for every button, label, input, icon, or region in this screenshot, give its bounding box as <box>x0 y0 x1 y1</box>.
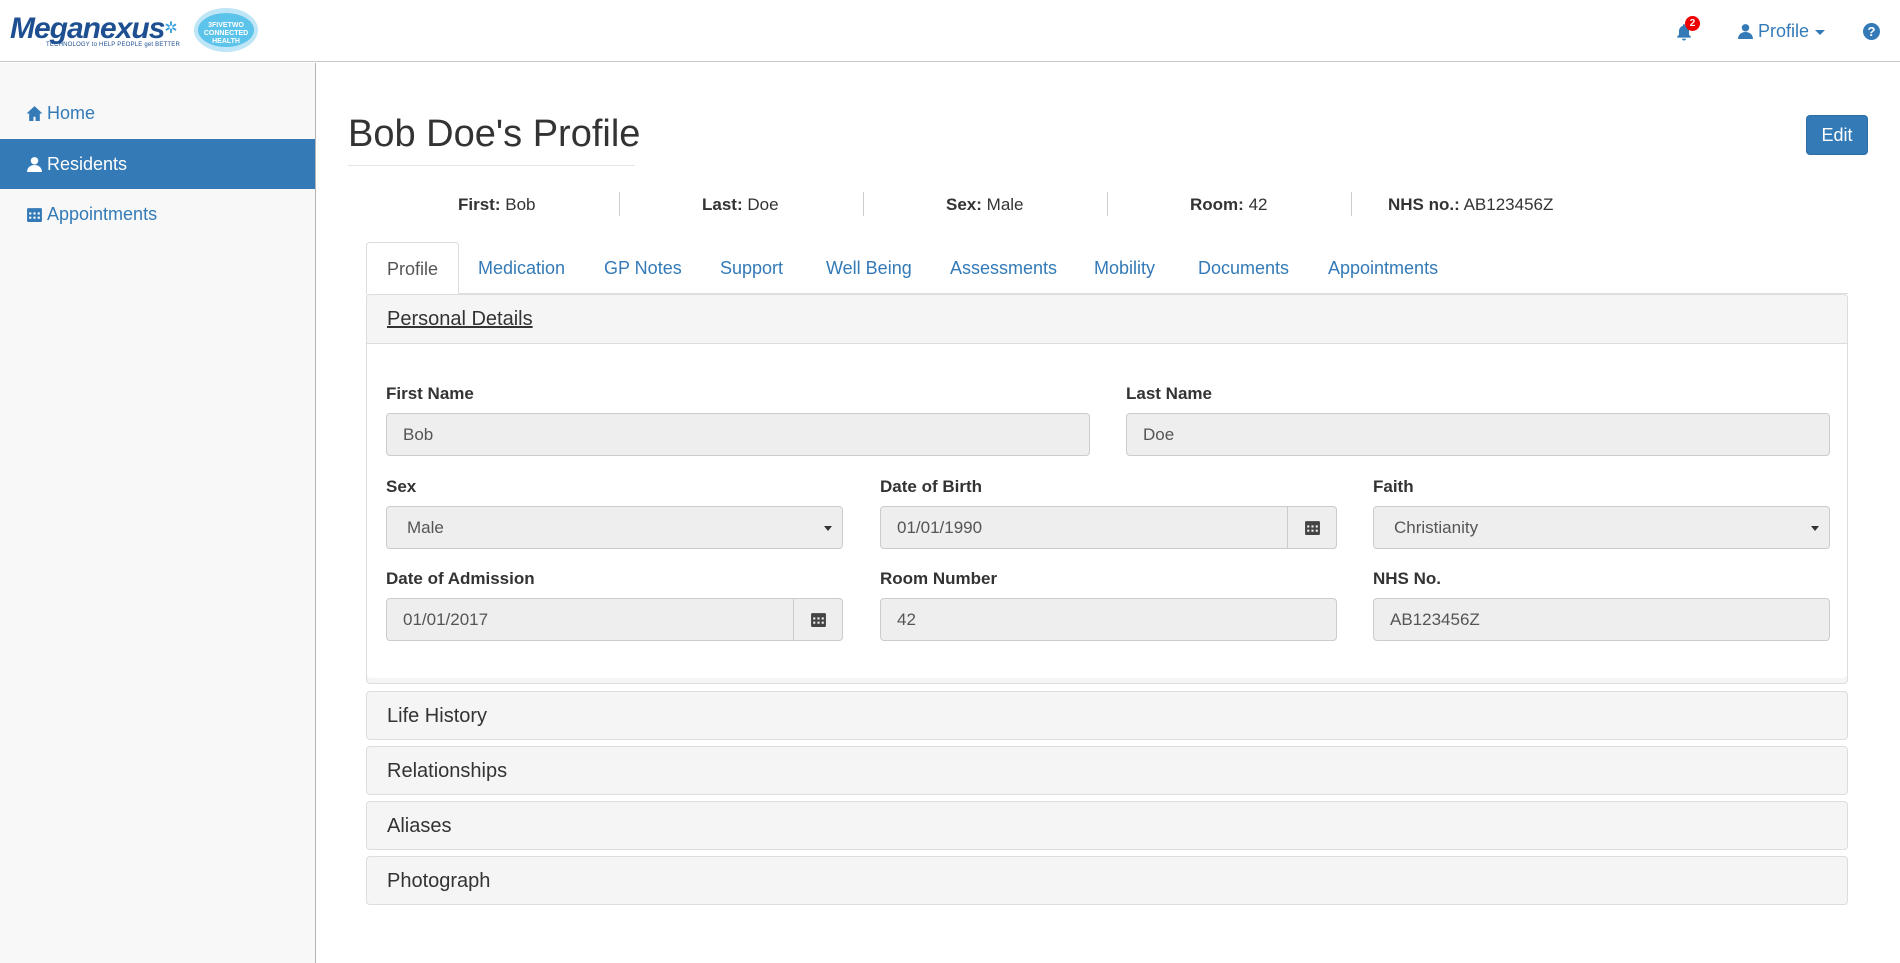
logo-wordmark: Meganexus✲ <box>10 11 178 45</box>
sidebar-item-label: Home <box>47 102 96 123</box>
tab-well-being[interactable]: Well Being <box>806 242 932 294</box>
user-icon <box>27 156 42 172</box>
chevron-down-icon <box>1815 30 1825 35</box>
partner-logo: 3FIVETWO CONNECTED HEALTH <box>194 8 259 52</box>
tab-medication[interactable]: Medication <box>458 242 585 294</box>
last-name-label: Last Name <box>1126 384 1212 403</box>
personal-details-panel: Personal Details First Name Bob Last Nam… <box>366 294 1848 684</box>
sidebar-item-residents[interactable]: Residents <box>0 139 315 189</box>
tab-documents[interactable]: Documents <box>1178 242 1309 294</box>
calendar-icon <box>1304 521 1320 535</box>
summary-last: Last: Doe <box>702 195 779 214</box>
admission-label: Date of Admission <box>386 569 535 588</box>
edit-button[interactable]: Edit <box>1806 115 1868 155</box>
life-history-panel[interactable]: Life History <box>366 691 1848 740</box>
calendar-button[interactable] <box>793 598 843 641</box>
summary-room: Room: 42 <box>1190 195 1268 214</box>
summary-divider <box>619 192 620 216</box>
calendar-icon <box>810 613 826 627</box>
sidebar-item-label: Appointments <box>47 203 158 224</box>
relationships-heading[interactable]: Relationships <box>367 747 1847 795</box>
nhs-label: NHS No. <box>1373 569 1441 588</box>
aliases-panel[interactable]: Aliases <box>366 801 1848 850</box>
tab-appointments[interactable]: Appointments <box>1308 242 1458 294</box>
room-number-field[interactable]: 42 <box>880 598 1337 641</box>
nhs-field[interactable]: AB123456Z <box>1373 598 1830 641</box>
home-icon <box>26 105 43 121</box>
relationships-panel[interactable]: Relationships <box>366 746 1848 795</box>
summary-divider <box>863 192 864 216</box>
sex-select[interactable]: Male <box>386 506 843 549</box>
faith-label: Faith <box>1373 477 1414 496</box>
photograph-heading[interactable]: Photograph <box>367 857 1847 905</box>
faith-select[interactable]: Christianity <box>1373 506 1830 549</box>
calendar-button[interactable] <box>1287 506 1337 549</box>
room-number-label: Room Number <box>880 569 998 588</box>
tab-profile[interactable]: Profile <box>366 242 460 295</box>
profile-tabs: Profile Medication GP Notes Support Well… <box>366 242 1848 295</box>
page-title: Bob Doe's Profile <box>348 113 641 155</box>
summary-divider <box>1107 192 1108 216</box>
notification-badge: 2 <box>1684 16 1700 31</box>
sidebar-item-home[interactable]: Home <box>0 88 315 138</box>
sidebar-item-label: Residents <box>47 153 128 174</box>
tab-support[interactable]: Support <box>700 242 803 294</box>
title-divider <box>348 165 635 166</box>
aliases-heading[interactable]: Aliases <box>367 802 1847 850</box>
sidebar: Home Residents Appointments <box>0 63 316 963</box>
user-icon <box>1738 23 1753 39</box>
notifications-button[interactable]: 2 <box>1675 16 1700 43</box>
chevron-down-icon <box>824 526 832 531</box>
tab-gp-notes[interactable]: GP Notes <box>584 242 702 294</box>
first-name-field[interactable]: Bob <box>386 413 1090 456</box>
summary-divider <box>1351 192 1352 216</box>
admission-date-field[interactable]: 01/01/2017 <box>386 598 843 641</box>
profile-dropdown[interactable]: Profile <box>1737 21 1825 42</box>
logo[interactable]: Meganexus✲ TECHNOLOGY to HELP PEOPLE get… <box>10 8 259 52</box>
profile-label: Profile <box>1757 20 1809 41</box>
tab-mobility[interactable]: Mobility <box>1074 242 1175 294</box>
summary-nhs: NHS no.: AB123456Z <box>1388 195 1554 214</box>
personal-details-body: First Name Bob Last Name Doe Sex Male Da… <box>367 343 1847 678</box>
summary-sex: Sex: Male <box>946 195 1024 214</box>
first-name-label: First Name <box>386 384 474 403</box>
sidebar-item-appointments[interactable]: Appointments <box>0 189 315 239</box>
summary-first: First: Bob <box>458 195 536 214</box>
dob-label: Date of Birth <box>880 477 982 496</box>
dob-field[interactable]: 01/01/1990 <box>880 506 1337 549</box>
tab-assessments[interactable]: Assessments <box>930 242 1077 294</box>
life-history-heading[interactable]: Life History <box>367 692 1847 740</box>
last-name-field[interactable]: Doe <box>1126 413 1830 456</box>
help-icon[interactable]: ? <box>1863 22 1880 40</box>
top-navbar: Meganexus✲ TECHNOLOGY to HELP PEOPLE get… <box>0 0 1900 62</box>
chevron-down-icon <box>1811 526 1819 531</box>
photograph-panel[interactable]: Photograph <box>366 856 1848 905</box>
sex-label: Sex <box>386 477 417 496</box>
personal-details-heading[interactable]: Personal Details <box>367 295 1847 343</box>
calendar-icon <box>27 207 42 222</box>
logo-tagline: TECHNOLOGY to HELP PEOPLE get BETTER <box>46 41 181 48</box>
